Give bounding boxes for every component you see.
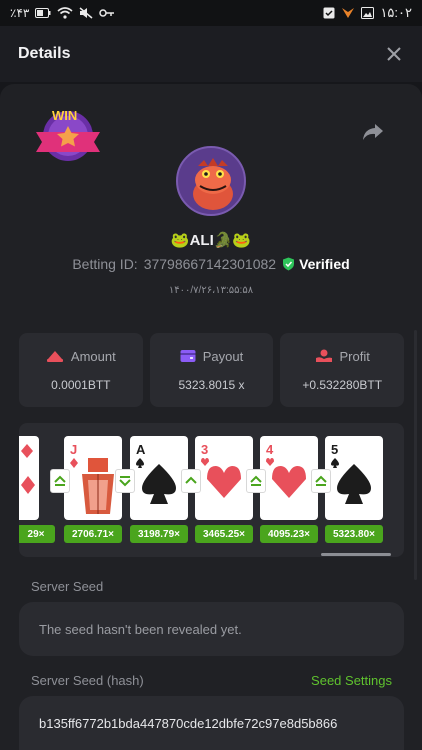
share-icon xyxy=(363,124,383,140)
card-5: 5 xyxy=(325,436,383,520)
multiplier-2: 3198.79× xyxy=(130,525,188,543)
arrow-higher-1 xyxy=(50,469,70,493)
avatar xyxy=(176,146,246,216)
share-button[interactable] xyxy=(362,122,384,142)
checkbox-icon xyxy=(323,7,335,19)
server-seed-hash-value: b135ff6772b1bda447870cde12dbfe72c97e8d5b… xyxy=(39,715,338,731)
coins-icon xyxy=(46,351,63,362)
win-badge-text: WIN xyxy=(52,108,78,123)
status-bar: ٪۴۳ ۱۵:۰۲ xyxy=(0,0,422,26)
stat-amount-label: Amount xyxy=(70,348,116,364)
shield-check-icon xyxy=(283,257,295,271)
chevron-up-icon xyxy=(185,476,197,484)
stats-row: Amount 0.0001BTT Payout 5323.8015 x Prof… xyxy=(19,333,405,407)
page-title: Details xyxy=(18,45,71,62)
spade-suit-icon xyxy=(142,464,176,504)
chevron-up-icon xyxy=(315,475,327,486)
betting-id: 37798667142301082 xyxy=(143,256,277,272)
arrow-higher-3 xyxy=(181,469,201,493)
jack-figure-icon xyxy=(82,458,114,514)
fox-app-icon xyxy=(341,7,355,19)
multiplier-0: 29× xyxy=(19,525,55,543)
scroll-indicator[interactable] xyxy=(414,330,417,580)
card-1: J xyxy=(64,436,122,520)
server-seed-value: The seed hasn't been revealed yet. xyxy=(39,621,242,637)
details-header: Details xyxy=(0,26,422,82)
stat-payout: Payout 5323.8015 x xyxy=(149,333,274,407)
card-5-rank: 5 xyxy=(331,442,339,457)
card-3-rank: 3 xyxy=(201,442,209,457)
mute-icon xyxy=(79,7,93,19)
multiplier-1: 2706.71× xyxy=(64,525,122,543)
wifi-icon xyxy=(57,7,73,19)
heart-suit-icon xyxy=(201,458,209,466)
seed-settings-link[interactable]: Seed Settings xyxy=(311,673,392,688)
cards-scrollbar[interactable] xyxy=(321,553,391,556)
bet-timestamp: ۱۴۰۰/۷/۲۶،۱۳:۵۵:۵۸ xyxy=(168,285,254,296)
stat-profit: Profit +0.532280BTT xyxy=(280,333,405,407)
heart-suit-icon xyxy=(272,466,306,498)
server-seed-hash-field[interactable]: b135ff6772b1bda447870cde12dbfe72c97e8d5b… xyxy=(19,696,404,750)
arrow-lower-2 xyxy=(115,469,135,493)
chevron-down-icon xyxy=(119,476,131,487)
stat-profit-value: +0.532280BTT xyxy=(302,377,383,392)
card-2-rank: A xyxy=(136,442,146,457)
chevron-up-icon xyxy=(250,475,262,486)
diamond-suit-icon xyxy=(70,458,78,468)
diamond-suit-icon xyxy=(21,444,33,458)
betting-row: Betting ID: 37798667142301082 Verified xyxy=(0,256,422,272)
key-icon xyxy=(99,8,115,18)
stat-payout-label: Payout xyxy=(202,348,244,364)
heart-suit-icon xyxy=(266,458,274,466)
chevron-up-icon xyxy=(54,475,66,486)
card-0 xyxy=(19,436,39,520)
win-badge: WIN xyxy=(34,108,104,164)
stat-amount-value: 0.0001BTT xyxy=(51,377,111,392)
username: 🐸ALI🐊🐸 xyxy=(170,232,252,249)
wallet-icon xyxy=(180,350,196,362)
verified-badge: Verified xyxy=(282,256,350,272)
arrow-higher-5 xyxy=(311,469,331,493)
diamond-suit-icon xyxy=(21,476,35,494)
profit-hand-icon xyxy=(315,349,332,362)
cards-carousel[interactable]: J A 3 4 5 29× 2706.71× 3198.79× 3465.25×… xyxy=(19,423,404,557)
card-3: 3 xyxy=(195,436,253,520)
close-icon xyxy=(387,47,401,61)
server-seed-field: The seed hasn't been revealed yet. xyxy=(19,602,404,656)
verified-label: Verified xyxy=(299,256,350,272)
battery-icon xyxy=(35,8,51,18)
stat-amount: Amount 0.0001BTT xyxy=(19,333,143,407)
server-seed-hash-label: Server Seed (hash) xyxy=(31,673,144,688)
heart-suit-icon xyxy=(207,466,241,498)
server-seed-label: Server Seed xyxy=(31,579,104,594)
arrow-higher-4 xyxy=(246,469,266,493)
card-4-rank: 4 xyxy=(266,442,274,457)
battery-level: ٪۴۳ xyxy=(10,6,30,20)
gallery-icon xyxy=(361,7,375,19)
multiplier-3: 3465.25× xyxy=(195,525,253,543)
clock: ۱۵:۰۲ xyxy=(380,5,412,20)
close-button[interactable] xyxy=(384,44,404,64)
stat-profit-label: Profit xyxy=(339,348,370,364)
card-2: A xyxy=(130,436,188,520)
multiplier-5: 5323.80× xyxy=(325,525,383,543)
card-4: 4 xyxy=(260,436,318,520)
stat-payout-value: 5323.8015 x xyxy=(178,377,245,392)
multiplier-4: 4095.23× xyxy=(260,525,318,543)
card-1-rank: J xyxy=(70,442,78,457)
betting-id-label: Betting ID: xyxy=(72,256,138,272)
spade-suit-icon xyxy=(337,464,371,504)
